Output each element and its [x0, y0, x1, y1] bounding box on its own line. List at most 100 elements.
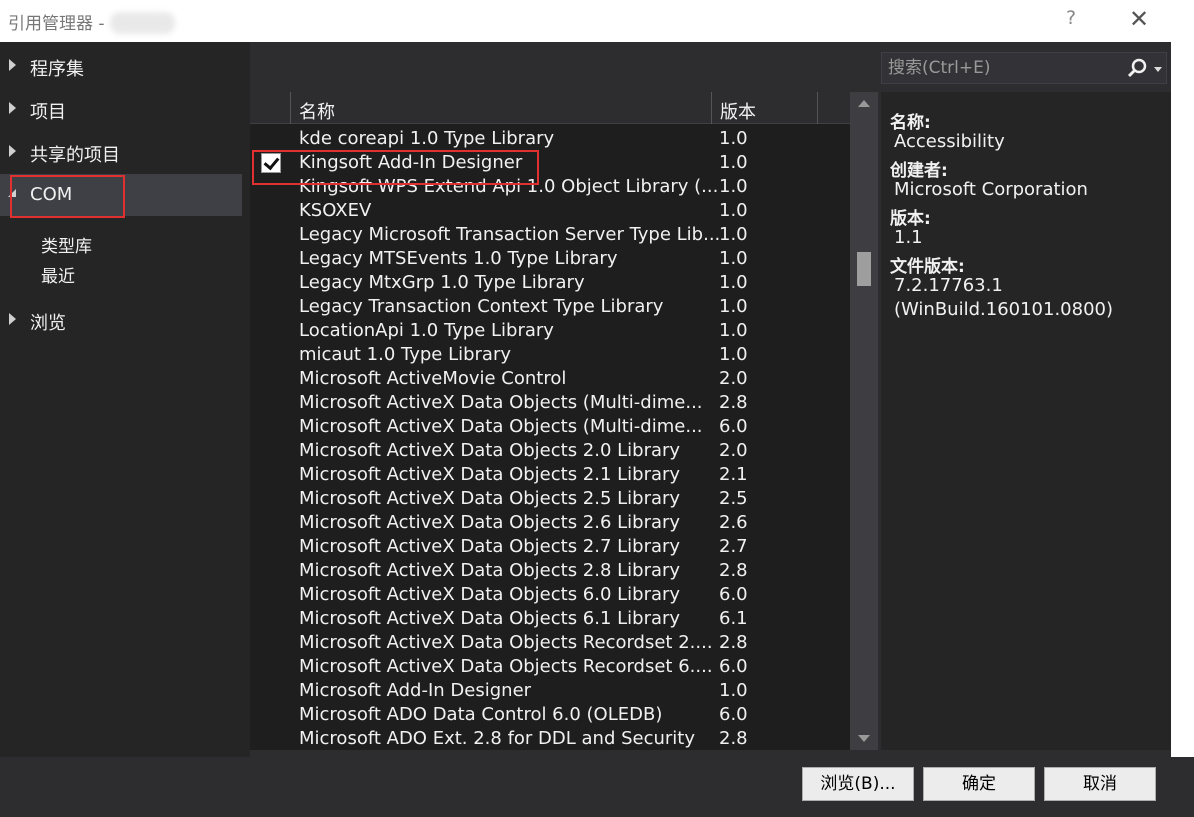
list-item-name: Microsoft ActiveX Data Objects 6.0 Libra…	[299, 584, 681, 605]
list-item-version: 6.0	[719, 704, 748, 725]
list-item-version: 1.0	[719, 248, 748, 269]
nav-item-label: 共享的项目	[30, 145, 120, 166]
browse-button[interactable]: 浏览(B)...	[802, 767, 914, 801]
list-item[interactable]: Legacy Microsoft Transaction Server Type…	[250, 223, 850, 247]
list-item[interactable]: Microsoft ActiveMovie Control 2.0	[250, 367, 850, 391]
list-item-version: 6.0	[719, 656, 748, 677]
version-column-header[interactable]: 版本	[712, 92, 818, 124]
nav-item-label: 浏览	[30, 313, 66, 334]
list-item-name: Microsoft ActiveX Data Objects (Multi-di…	[299, 392, 703, 413]
list-item-name: Legacy Transaction Context Type Library	[299, 296, 664, 317]
list-item-name: Microsoft ActiveX Data Objects 2.7 Libra…	[299, 536, 681, 557]
list-item[interactable]: Legacy MTSEvents 1.0 Type Library 1.0	[250, 247, 850, 271]
list-item-name: Legacy MTSEvents 1.0 Type Library	[299, 248, 618, 269]
file-version-value: 7.2.17763.1	[894, 275, 1003, 296]
list-item-version: 2.6	[719, 512, 748, 533]
list-item[interactable]: Microsoft ActiveX Data Objects 6.0 Libra…	[250, 583, 850, 607]
list-item-version: 2.0	[719, 368, 748, 389]
list-item-name: Microsoft ActiveMovie Control	[299, 368, 567, 389]
vertical-scrollbar[interactable]	[850, 92, 878, 750]
list-item[interactable]: Microsoft ActiveX Data Objects 2.5 Libra…	[250, 487, 850, 511]
list-item-version: 6.1	[719, 608, 748, 629]
name-label: 名称:	[890, 113, 931, 133]
close-button[interactable]: ✕	[1126, 5, 1152, 33]
list-item[interactable]: Legacy MtxGrp 1.0 Type Library 1.0	[250, 271, 850, 295]
nav-item-projects[interactable]: 项目	[0, 88, 242, 130]
list-item-version: 1.0	[719, 200, 748, 221]
name-column-header[interactable]: 名称	[291, 92, 712, 124]
reference-list: 名称 版本 kde coreapi 1.0 Type Library 1.0 Kin…	[250, 92, 878, 750]
window-edge	[1171, 42, 1194, 817]
list-item[interactable]: Microsoft ActiveX Data Objects (Multi-di…	[250, 415, 850, 439]
search-icon[interactable]	[1126, 57, 1148, 79]
list-item-name: Microsoft Add-In Designer	[299, 680, 532, 701]
list-item[interactable]: Microsoft ActiveX Data Objects (Multi-di…	[250, 391, 850, 415]
expand-arrow-icon	[9, 145, 16, 157]
ok-button[interactable]: 确定	[923, 767, 1035, 801]
search-input[interactable]	[882, 53, 1122, 83]
list-item-name: Legacy MtxGrp 1.0 Type Library	[299, 272, 585, 293]
list-item[interactable]: Microsoft ActiveX Data Objects 2.6 Libra…	[250, 511, 850, 535]
list-item[interactable]: kde coreapi 1.0 Type Library 1.0	[250, 127, 850, 151]
list-item-version: 1.0	[719, 320, 748, 341]
expand-arrow-icon	[9, 59, 16, 71]
list-item[interactable]: KSOXEV 1.0	[250, 199, 850, 223]
list-item-name: micaut 1.0 Type Library	[299, 344, 512, 365]
nav-item-assemblies[interactable]: 程序集	[0, 45, 242, 87]
search-options-dropdown-icon[interactable]	[1154, 67, 1162, 72]
scroll-down-icon[interactable]	[858, 735, 870, 742]
list-item[interactable]: Microsoft ADO Data Control 6.0 (OLEDB) 6.…	[250, 703, 850, 727]
list-item[interactable]: Microsoft ActiveX Data Objects 2.7 Libra…	[250, 535, 850, 559]
version-value: 1.1	[894, 227, 923, 248]
list-item[interactable]: Microsoft ADO Ext. 2.8 for DDL and Secur…	[250, 727, 850, 751]
nav-item-browse[interactable]: 浏览	[0, 299, 242, 341]
list-item-version: 2.8	[719, 728, 748, 749]
expand-arrow-icon	[9, 102, 16, 114]
list-item-name: Microsoft ActiveX Data Objects 2.5 Libra…	[299, 488, 681, 509]
list-item-version: 2.1	[719, 464, 748, 485]
list-item-version: 2.8	[719, 560, 748, 581]
list-item-version: 1.0	[719, 344, 748, 365]
list-item-version: 1.0	[719, 152, 748, 173]
list-item-version: 1.0	[719, 176, 748, 197]
nav-subitem-type-libraries[interactable]: 类型库	[41, 232, 92, 257]
creator-value: Microsoft Corporation	[894, 179, 1088, 200]
nav-item-shared-projects[interactable]: 共享的项目	[0, 131, 242, 173]
category-nav: 程序集 项目 共享的项目 COM 类型库 最近 浏览	[0, 42, 250, 757]
file-version-build: (WinBuild.160101.0800)	[894, 299, 1114, 320]
list-item[interactable]: Microsoft ActiveX Data Objects 2.1 Libra…	[250, 463, 850, 487]
list-item-name: Microsoft ActiveX Data Objects 2.8 Libra…	[299, 560, 681, 581]
list-item[interactable]: Microsoft Add-In Designer 1.0	[250, 679, 850, 703]
list-item[interactable]: Legacy Transaction Context Type Library 1…	[250, 295, 850, 319]
scroll-up-icon[interactable]	[858, 100, 870, 107]
list-item[interactable]: Microsoft ActiveX Data Objects Recordset…	[250, 631, 850, 655]
title-bar: 引用管理器 - ? ✕	[0, 0, 1194, 42]
list-item-name: Microsoft ActiveX Data Objects 6.1 Libra…	[299, 608, 681, 629]
list-item[interactable]: Microsoft ActiveX Data Objects Recordset…	[250, 655, 850, 679]
list-item-name: LocationApi 1.0 Type Library	[299, 320, 554, 341]
list-item-version: 1.0	[719, 296, 748, 317]
list-item-name: Legacy Microsoft Transaction Server Type…	[299, 224, 721, 245]
scroll-thumb[interactable]	[857, 252, 871, 286]
list-item-name: KSOXEV	[299, 200, 372, 221]
version-label: 版本:	[890, 209, 931, 229]
list-item[interactable]: micaut 1.0 Type Library 1.0	[250, 343, 850, 367]
list-item-version: 2.8	[719, 632, 748, 653]
nav-subitem-recent[interactable]: 最近	[41, 262, 75, 287]
list-item-version: 2.7	[719, 536, 748, 557]
list-item-name: Microsoft ADO Ext. 2.8 for DDL and Secur…	[299, 728, 696, 749]
list-item-name: Microsoft ActiveX Data Objects Recordset…	[299, 656, 713, 677]
list-item[interactable]: LocationApi 1.0 Type Library 1.0	[250, 319, 850, 343]
list-item-version: 2.5	[719, 488, 748, 509]
list-item[interactable]: Microsoft ActiveX Data Objects 2.8 Libra…	[250, 559, 850, 583]
list-item[interactable]: Microsoft ActiveX Data Objects 2.0 Libra…	[250, 439, 850, 463]
list-item-name: Microsoft ActiveX Data Objects 2.6 Libra…	[299, 512, 681, 533]
help-button[interactable]: ?	[1061, 7, 1081, 29]
expand-arrow-icon	[9, 313, 16, 325]
cancel-button[interactable]: 取消	[1044, 767, 1156, 801]
list-item-name: Microsoft ADO Data Control 6.0 (OLEDB)	[299, 704, 663, 725]
list-item-version: 6.0	[719, 584, 748, 605]
list-item-version: 1.0	[719, 128, 748, 149]
list-item[interactable]: Microsoft ActiveX Data Objects 6.1 Libra…	[250, 607, 850, 631]
search-box	[881, 52, 1167, 84]
